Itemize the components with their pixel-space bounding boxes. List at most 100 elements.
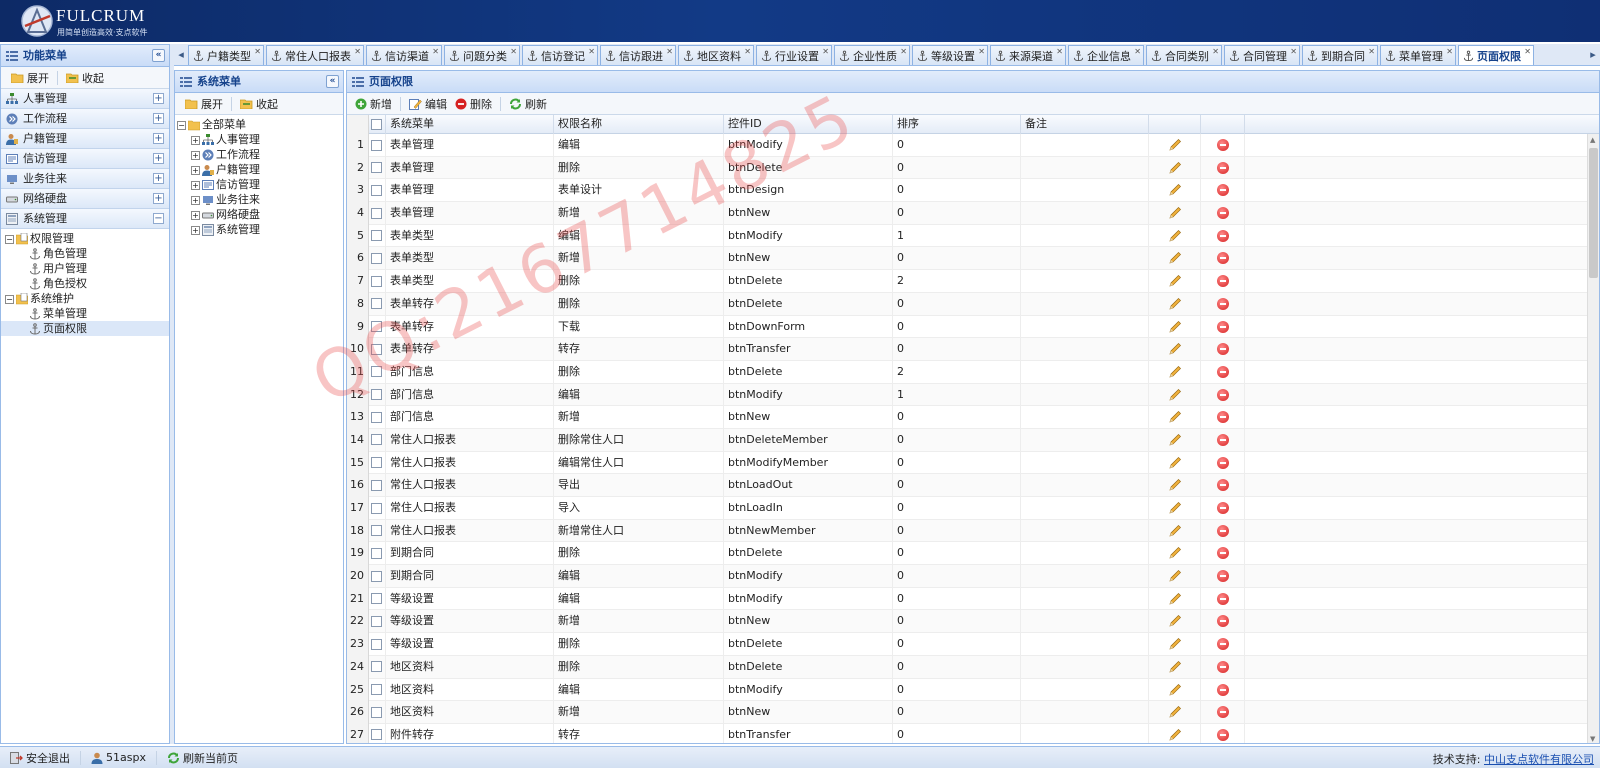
pencil-icon[interactable] bbox=[1168, 569, 1182, 583]
pencil-icon[interactable] bbox=[1168, 433, 1182, 447]
delete-button[interactable]: 删除 bbox=[451, 95, 496, 113]
tab-item[interactable]: 信访登记 ✕ bbox=[522, 45, 598, 65]
row-checkbox[interactable] bbox=[371, 321, 382, 332]
accordion-household[interactable]: 户籍管理 + bbox=[1, 129, 169, 149]
column-header-control-id[interactable]: 控件ID bbox=[724, 115, 893, 134]
scrollbar-thumb[interactable] bbox=[1589, 148, 1598, 278]
tab-item[interactable]: 页面权限 ✕ bbox=[1458, 45, 1534, 65]
current-user[interactable]: 51aspx bbox=[85, 751, 152, 764]
delete-icon[interactable] bbox=[1216, 592, 1229, 605]
pencil-icon[interactable] bbox=[1168, 614, 1182, 628]
logout-button[interactable]: 安全退出 bbox=[4, 750, 76, 766]
delete-icon[interactable] bbox=[1216, 161, 1229, 174]
tab-close-icon[interactable]: ✕ bbox=[1368, 47, 1375, 56]
table-row[interactable]: 5 表单类型 编辑 btnModify 1 bbox=[347, 224, 1587, 248]
tree-node[interactable]: + 工作流程 bbox=[175, 147, 343, 162]
tree-node[interactable]: + 网络硬盘 bbox=[175, 207, 343, 222]
tab-item[interactable]: 常住人口报表 ✕ bbox=[266, 45, 364, 65]
table-row[interactable]: 6 表单类型 新增 btnNew 0 bbox=[347, 247, 1587, 271]
table-row[interactable]: 25 地区资料 编辑 btnModify 0 bbox=[347, 678, 1587, 702]
tree-expand-icon[interactable]: + bbox=[191, 195, 200, 205]
table-row[interactable]: 27 附件转存 转存 btnTransfer 0 bbox=[347, 723, 1587, 743]
row-checkbox[interactable] bbox=[371, 457, 382, 469]
tab-close-icon[interactable]: ✕ bbox=[1290, 47, 1297, 56]
tree-node[interactable]: + 系统管理 bbox=[175, 222, 343, 237]
tab-item[interactable]: 企业性质 ✕ bbox=[834, 45, 910, 65]
accordion-netdisk[interactable]: 网络硬盘 + bbox=[1, 189, 169, 209]
pencil-icon[interactable] bbox=[1168, 251, 1182, 265]
tree-item-page-permission[interactable]: 页面权限 bbox=[1, 321, 169, 336]
tab-close-icon[interactable]: ✕ bbox=[822, 47, 829, 56]
tab-item[interactable]: 地区资料 ✕ bbox=[678, 45, 754, 65]
tab-item[interactable]: 户籍类型 ✕ bbox=[188, 45, 264, 65]
accordion-petition[interactable]: 信访管理 + bbox=[1, 149, 169, 169]
delete-icon[interactable] bbox=[1216, 343, 1229, 356]
tab-close-icon[interactable]: ✕ bbox=[900, 47, 907, 56]
table-row[interactable]: 11 部门信息 删除 btnDelete 2 bbox=[347, 360, 1587, 384]
table-row[interactable]: 3 表单管理 表单设计 btnDesign 0 bbox=[347, 179, 1587, 203]
pencil-icon[interactable] bbox=[1168, 478, 1182, 492]
tree-group-maintenance[interactable]: − 系统维护 bbox=[1, 291, 169, 306]
tree-item-menu-management[interactable]: 菜单管理 bbox=[1, 306, 169, 321]
select-all-checkbox[interactable] bbox=[371, 118, 382, 130]
pencil-icon[interactable] bbox=[1168, 524, 1182, 538]
pencil-icon[interactable] bbox=[1168, 320, 1182, 334]
tab-item[interactable]: 企业信息 ✕ bbox=[1068, 45, 1144, 65]
delete-icon[interactable] bbox=[1216, 502, 1229, 514]
delete-icon[interactable] bbox=[1216, 570, 1229, 583]
pencil-icon[interactable] bbox=[1168, 637, 1182, 651]
delete-icon[interactable] bbox=[1216, 433, 1229, 446]
row-checkbox[interactable] bbox=[371, 547, 382, 559]
delete-icon[interactable] bbox=[1216, 660, 1229, 673]
tree-item-role-authorization[interactable]: 角色授权 bbox=[1, 276, 169, 291]
row-checkbox[interactable] bbox=[371, 343, 382, 355]
pencil-icon[interactable] bbox=[1168, 274, 1182, 288]
delete-icon[interactable] bbox=[1216, 524, 1229, 537]
delete-icon[interactable] bbox=[1216, 229, 1229, 242]
tab-close-icon[interactable]: ✕ bbox=[1446, 47, 1453, 56]
pencil-icon[interactable] bbox=[1168, 161, 1182, 175]
table-row[interactable]: 2 表单管理 删除 btnDelete 0 bbox=[347, 156, 1587, 180]
scroll-up-icon[interactable]: ▲ bbox=[1590, 136, 1595, 144]
tab-close-icon[interactable]: ✕ bbox=[588, 47, 595, 56]
tree-expand-icon[interactable]: + bbox=[191, 165, 200, 175]
scroll-down-icon[interactable]: ▼ bbox=[1590, 735, 1595, 743]
row-checkbox[interactable] bbox=[371, 207, 382, 219]
table-row[interactable]: 17 常住人口报表 导入 btnLoadIn 0 bbox=[347, 497, 1587, 520]
tree-expand-icon[interactable]: + bbox=[191, 150, 200, 160]
delete-icon[interactable] bbox=[1216, 297, 1229, 310]
table-row[interactable]: 20 到期合同 编辑 btnModify 0 bbox=[347, 565, 1587, 588]
row-checkbox[interactable] bbox=[371, 706, 382, 718]
tab-close-icon[interactable]: ✕ bbox=[1134, 47, 1141, 56]
table-row[interactable]: 10 表单转存 转存 btnTransfer 0 bbox=[347, 338, 1587, 361]
table-row[interactable]: 1 表单管理 编辑 btnModify 0 bbox=[347, 134, 1587, 157]
row-checkbox[interactable] bbox=[371, 389, 382, 401]
column-header-permission-name[interactable]: 权限名称 bbox=[554, 115, 724, 134]
delete-icon[interactable] bbox=[1216, 615, 1229, 628]
pencil-icon[interactable] bbox=[1168, 297, 1182, 311]
table-row[interactable]: 26 地区资料 新增 btnNew 0 bbox=[347, 701, 1587, 724]
pencil-icon[interactable] bbox=[1168, 705, 1182, 719]
tab-close-icon[interactable]: ✕ bbox=[354, 47, 361, 56]
tree-expand-icon[interactable]: + bbox=[191, 180, 200, 190]
collapse-left-panel-button[interactable]: « bbox=[152, 49, 165, 62]
row-checkbox[interactable] bbox=[371, 366, 382, 378]
delete-icon[interactable] bbox=[1216, 320, 1229, 333]
row-checkbox[interactable] bbox=[371, 661, 382, 673]
tree-item-role-management[interactable]: 角色管理 bbox=[1, 246, 169, 261]
table-row[interactable]: 19 到期合同 删除 btnDelete 0 bbox=[347, 542, 1587, 566]
add-button[interactable]: 新增 bbox=[351, 95, 396, 113]
tab-item[interactable]: 合同管理 ✕ bbox=[1224, 45, 1300, 65]
tree-collapse-icon[interactable]: − bbox=[177, 120, 186, 130]
expand-all-button[interactable]: 展开 bbox=[7, 69, 53, 87]
row-checkbox[interactable] bbox=[371, 729, 382, 741]
row-checkbox[interactable] bbox=[371, 502, 382, 514]
row-checkbox[interactable] bbox=[371, 434, 382, 446]
delete-icon[interactable] bbox=[1216, 207, 1229, 220]
tab-close-icon[interactable]: ✕ bbox=[254, 47, 261, 56]
accordion-workflow[interactable]: 工作流程 + bbox=[1, 109, 169, 129]
tree-expand-icon[interactable]: + bbox=[191, 210, 200, 220]
delete-icon[interactable] bbox=[1216, 638, 1229, 651]
tab-item[interactable]: 问题分类 ✕ bbox=[444, 45, 520, 65]
tree-collapse-icon[interactable]: − bbox=[5, 294, 14, 304]
